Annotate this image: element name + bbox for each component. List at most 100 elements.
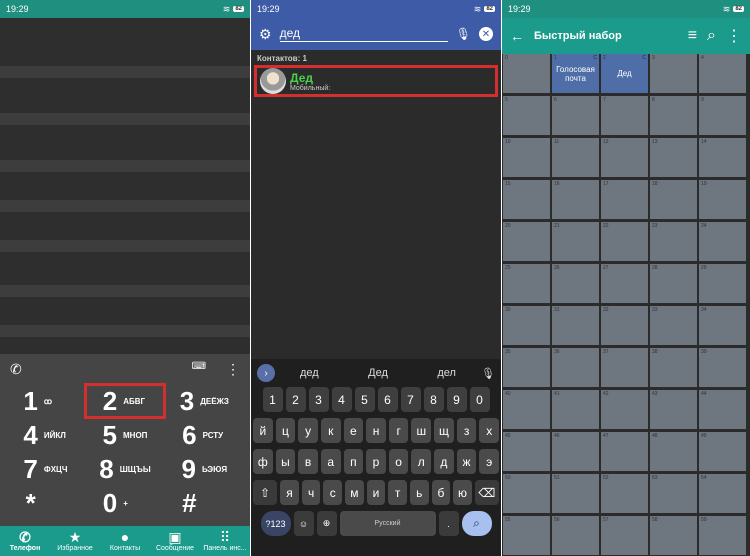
dialpad-key[interactable]: 0 + — [85, 486, 164, 520]
key[interactable]: о — [388, 449, 409, 474]
keyboard-icon[interactable]: ⌨ — [192, 361, 206, 378]
key[interactable]: ь — [409, 480, 429, 505]
suggestion-2[interactable]: Дед — [344, 367, 413, 379]
key[interactable]: ф — [252, 449, 273, 474]
speed-dial-slot[interactable]: 56 — [552, 516, 599, 555]
key[interactable]: 6 — [377, 387, 398, 412]
nav-item[interactable]: ● Контакты — [100, 526, 150, 556]
speed-dial-slot[interactable]: 15 — [503, 180, 550, 219]
speed-dial-slot[interactable]: 11 — [552, 138, 599, 177]
key[interactable]: 8 — [423, 387, 444, 412]
key[interactable]: т — [388, 480, 407, 505]
more-icon[interactable]: ⋮ — [226, 361, 240, 378]
speed-dial-slot[interactable]: 58 — [650, 516, 697, 555]
key[interactable]: г — [388, 418, 409, 443]
key[interactable]: к — [320, 418, 341, 443]
key[interactable]: ю — [453, 480, 472, 505]
speed-dial-slot[interactable]: 4 — [699, 54, 746, 93]
dialpad-key[interactable]: 6 РСТУ — [165, 418, 244, 452]
dialpad-key[interactable]: 5 МНОП — [85, 418, 164, 452]
speed-dial-slot[interactable]: 45 — [503, 432, 550, 471]
shift-icon[interactable]: ⇧ — [252, 480, 278, 505]
dialpad-key[interactable]: 8 ШЩЪЫ — [85, 452, 164, 486]
key[interactable]: 7 — [400, 387, 421, 412]
speed-dial-slot[interactable]: 21 — [552, 222, 599, 261]
speed-dial-slot[interactable]: 28 — [650, 264, 697, 303]
key[interactable]: м — [345, 480, 364, 505]
speed-dial-slot[interactable]: 8 — [650, 96, 697, 135]
speed-dial-slot[interactable]: 32 — [601, 306, 648, 345]
speed-dial-slot[interactable]: 25 — [503, 264, 550, 303]
speed-dial-slot[interactable]: 33 — [650, 306, 697, 345]
key[interactable]: р — [366, 449, 386, 474]
microphone-icon[interactable]: 🎙 — [481, 367, 495, 380]
speed-dial-slot[interactable]: 20 — [503, 222, 550, 261]
speed-dial-slot[interactable]: 55 — [503, 516, 550, 555]
speed-dial-slot[interactable]: 59 — [699, 516, 746, 555]
speed-dial-slot[interactable]: 23 — [650, 222, 697, 261]
key[interactable]: э — [479, 449, 500, 474]
key[interactable]: н — [366, 418, 386, 443]
dialpad-key[interactable]: 1ꝏ — [6, 384, 85, 418]
speed-dial-slot[interactable]: 49 — [699, 432, 746, 471]
suggestion-1[interactable]: дед — [275, 367, 344, 379]
dialpad-key[interactable]: 3 ДЕЁЖЗ — [165, 384, 244, 418]
speed-dial-slot[interactable]: 27 — [601, 264, 648, 303]
speed-dial-slot[interactable]: 22 — [601, 222, 648, 261]
dialpad-key[interactable]: * — [6, 486, 85, 520]
speed-dial-slot[interactable]: 2 С Дед — [601, 54, 648, 93]
clear-icon[interactable]: ✕ — [479, 27, 493, 41]
speed-dial-slot[interactable]: 6 — [552, 96, 599, 135]
backspace-icon[interactable]: ⌫ — [474, 480, 500, 505]
speed-dial-slot[interactable]: 24 — [699, 222, 746, 261]
key[interactable]: з — [456, 418, 477, 443]
key[interactable]: ж — [456, 449, 477, 474]
key[interactable]: 9 — [446, 387, 467, 412]
nav-item[interactable]: ★ Избранное — [50, 526, 100, 556]
speed-dial-slot[interactable]: 12 — [601, 138, 648, 177]
sort-icon[interactable]: ≡ — [688, 27, 697, 45]
key[interactable]: 1 — [262, 387, 283, 412]
speed-dial-slot[interactable]: 31 — [552, 306, 599, 345]
microphone-icon[interactable]: 🎙 — [456, 27, 471, 41]
key[interactable]: 4 — [331, 387, 352, 412]
speed-dial-slot[interactable]: 48 — [650, 432, 697, 471]
key[interactable]: ц — [275, 418, 296, 443]
speed-dial-slot[interactable]: 53 — [650, 474, 697, 513]
chevron-right-icon[interactable]: › — [257, 364, 275, 382]
period-key[interactable]: . — [438, 511, 459, 536]
speed-dial-slot[interactable]: 19 — [699, 180, 746, 219]
speed-dial-slot[interactable]: 14 — [699, 138, 746, 177]
key[interactable]: 3 — [308, 387, 329, 412]
speed-dial-slot[interactable]: 41 — [552, 390, 599, 429]
key[interactable]: я — [280, 480, 299, 505]
key[interactable]: с — [323, 480, 343, 505]
nav-item[interactable]: ▣ Сообщение — [150, 526, 200, 556]
speed-dial-slot[interactable]: 13 — [650, 138, 697, 177]
search-input[interactable]: дед — [279, 26, 448, 42]
speed-dial-slot[interactable]: 30 — [503, 306, 550, 345]
key[interactable]: ш — [411, 418, 432, 443]
nav-item[interactable]: ⠿ Панель инс... — [200, 526, 250, 556]
speed-dial-slot[interactable]: 35 — [503, 348, 550, 387]
speed-dial-slot[interactable]: 38 — [650, 348, 697, 387]
speed-dial-slot[interactable]: 16 — [552, 180, 599, 219]
key[interactable]: а — [320, 449, 341, 474]
search-key[interactable]: ⌕ — [461, 511, 492, 536]
speed-dial-slot[interactable]: 52 — [601, 474, 648, 513]
speed-dial-slot[interactable]: 1 С Голосовая почта — [552, 54, 599, 93]
key[interactable]: 0 — [469, 387, 490, 412]
speed-dial-slot[interactable]: 29 — [699, 264, 746, 303]
speed-dial-slot[interactable]: 17 — [601, 180, 648, 219]
dialpad-key[interactable]: 2 АБВГ — [84, 383, 166, 419]
space-key[interactable]: Русский — [339, 511, 436, 536]
key[interactable]: б — [431, 480, 451, 505]
speed-dial-slot[interactable]: 26 — [552, 264, 599, 303]
key[interactable]: и — [366, 480, 386, 505]
speed-dial-slot[interactable]: 34 — [699, 306, 746, 345]
speed-dial-slot[interactable]: 3 — [650, 54, 697, 93]
key[interactable]: щ — [434, 418, 454, 443]
key[interactable]: д — [434, 449, 454, 474]
speed-dial-slot[interactable]: 47 — [601, 432, 648, 471]
key[interactable]: 2 — [285, 387, 306, 412]
